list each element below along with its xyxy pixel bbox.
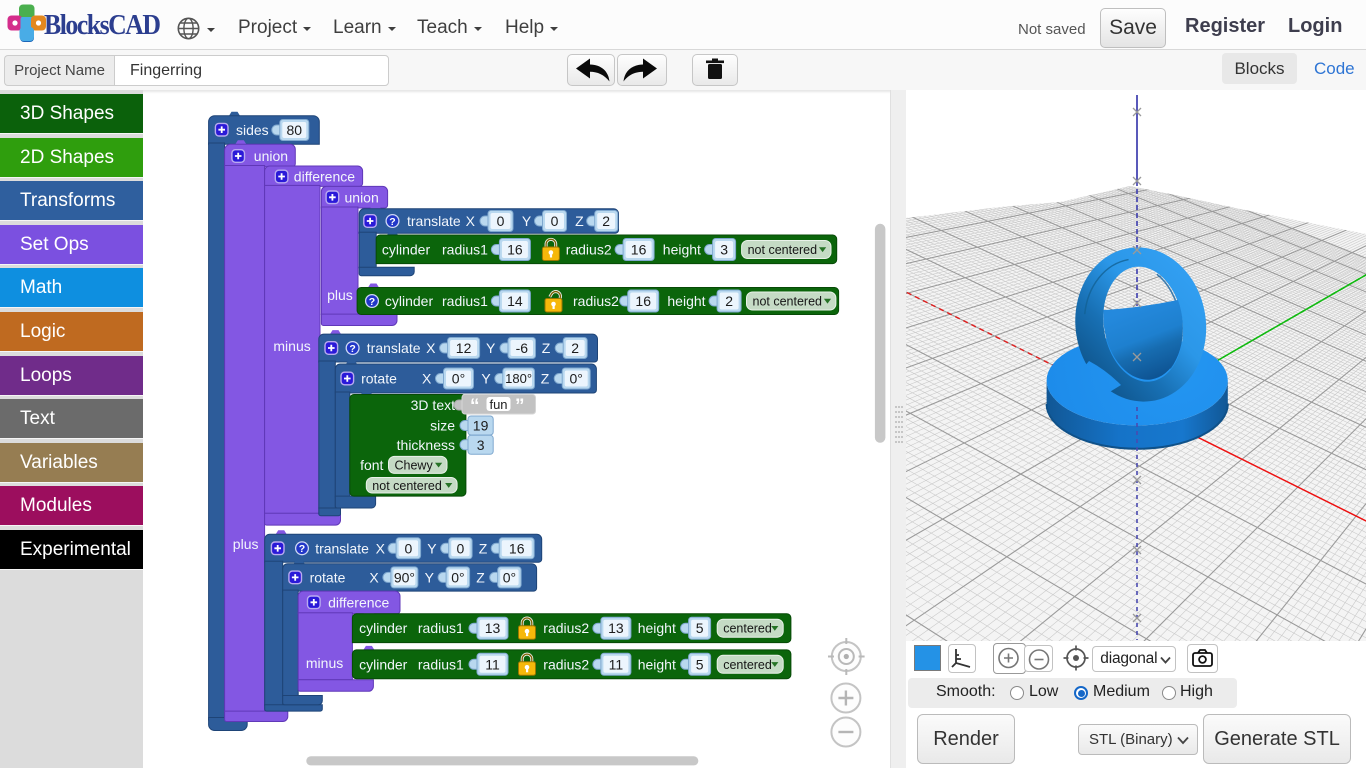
svg-text:centered: centered bbox=[723, 658, 772, 672]
svg-text:0°: 0° bbox=[451, 569, 464, 585]
svg-text:X: X bbox=[376, 540, 386, 556]
svg-text:Y: Y bbox=[522, 213, 532, 229]
svg-text:translate: translate bbox=[407, 213, 461, 229]
svg-text:radius1: radius1 bbox=[418, 620, 464, 636]
svg-text:2: 2 bbox=[602, 213, 610, 229]
svg-text:height: height bbox=[638, 620, 676, 636]
svg-text:cylinder: cylinder bbox=[359, 656, 408, 672]
svg-text:90°: 90° bbox=[394, 569, 415, 585]
svg-text:radius2: radius2 bbox=[573, 293, 619, 309]
svg-text:-6: -6 bbox=[516, 340, 529, 356]
svg-text:cylinder: cylinder bbox=[385, 293, 434, 309]
svg-text:Z: Z bbox=[476, 569, 485, 585]
svg-text:font: font bbox=[360, 457, 383, 473]
svg-text:0°: 0° bbox=[503, 569, 516, 585]
svg-text:14: 14 bbox=[507, 293, 523, 309]
svg-text:cylinder: cylinder bbox=[382, 242, 431, 258]
svg-text:size: size bbox=[430, 418, 455, 434]
svg-text:Y: Y bbox=[425, 569, 435, 585]
svg-text:13: 13 bbox=[485, 620, 501, 636]
svg-text:2: 2 bbox=[725, 293, 733, 309]
svg-text:not centered: not centered bbox=[372, 479, 442, 493]
svg-text:X: X bbox=[369, 569, 379, 585]
svg-text:5: 5 bbox=[696, 620, 704, 636]
svg-text:rotate: rotate bbox=[361, 371, 397, 387]
svg-text:11: 11 bbox=[485, 656, 500, 672]
svg-text:3: 3 bbox=[720, 242, 728, 258]
svg-text:X: X bbox=[422, 371, 432, 387]
svg-text:height: height bbox=[663, 242, 701, 258]
svg-text:Z: Z bbox=[479, 540, 488, 556]
svg-text:X: X bbox=[466, 213, 476, 229]
svg-text:3: 3 bbox=[477, 437, 485, 453]
svg-text:Z: Z bbox=[542, 340, 551, 356]
svg-text:16: 16 bbox=[509, 540, 525, 556]
svg-text:translate: translate bbox=[367, 340, 421, 356]
svg-text:radius1: radius1 bbox=[418, 656, 464, 672]
svg-text:plus: plus bbox=[327, 287, 353, 303]
svg-text:height: height bbox=[638, 656, 676, 672]
svg-text:X: X bbox=[426, 340, 436, 356]
svg-text:11: 11 bbox=[609, 656, 624, 672]
svg-text:0°: 0° bbox=[452, 371, 465, 387]
svg-text:radius1: radius1 bbox=[442, 242, 488, 258]
svg-text:16: 16 bbox=[507, 242, 523, 258]
svg-text:Z: Z bbox=[575, 213, 584, 229]
svg-text:not centered: not centered bbox=[748, 243, 818, 257]
svg-text:19: 19 bbox=[473, 418, 489, 434]
svg-text:0: 0 bbox=[405, 540, 413, 556]
svg-text:3D text: 3D text bbox=[411, 397, 455, 413]
svg-text:centered: centered bbox=[723, 622, 772, 636]
svg-text:radius1: radius1 bbox=[442, 293, 488, 309]
svg-text:sides: sides bbox=[236, 122, 269, 138]
svg-text:”: ” bbox=[515, 396, 525, 417]
svg-text:2: 2 bbox=[571, 340, 579, 356]
svg-text:16: 16 bbox=[631, 242, 647, 258]
svg-text:12: 12 bbox=[456, 340, 472, 356]
svg-text:0: 0 bbox=[497, 213, 505, 229]
svg-text:thickness: thickness bbox=[397, 437, 455, 453]
svg-text:13: 13 bbox=[608, 620, 624, 636]
svg-text:translate: translate bbox=[315, 540, 369, 556]
svg-text:Y: Y bbox=[427, 540, 437, 556]
svg-text:cylinder: cylinder bbox=[359, 620, 408, 636]
svg-text:5: 5 bbox=[696, 656, 704, 672]
svg-text:?: ? bbox=[299, 543, 305, 555]
svg-text:16: 16 bbox=[635, 293, 651, 309]
svg-text:0: 0 bbox=[551, 213, 559, 229]
svg-text:minus: minus bbox=[306, 655, 343, 671]
svg-text:?: ? bbox=[389, 216, 395, 228]
svg-text:80: 80 bbox=[287, 122, 303, 138]
svg-text:rotate: rotate bbox=[310, 569, 346, 585]
svg-text:0: 0 bbox=[457, 540, 465, 556]
svg-text:fun: fun bbox=[489, 397, 507, 412]
svg-text:union: union bbox=[254, 148, 288, 164]
svg-text:minus: minus bbox=[273, 338, 310, 354]
svg-text:“: “ bbox=[470, 396, 480, 417]
svg-text:height: height bbox=[667, 293, 705, 309]
svg-text:Z: Z bbox=[541, 371, 550, 387]
svg-text:180°: 180° bbox=[505, 371, 532, 386]
svg-text:0°: 0° bbox=[570, 371, 583, 387]
svg-text:radius2: radius2 bbox=[543, 656, 589, 672]
svg-text:union: union bbox=[345, 189, 379, 205]
svg-text:plus: plus bbox=[233, 536, 259, 552]
svg-text:Y: Y bbox=[486, 340, 496, 356]
svg-text:difference: difference bbox=[294, 169, 355, 185]
svg-text:difference: difference bbox=[328, 595, 389, 611]
svg-text:?: ? bbox=[349, 343, 355, 355]
svg-text:not centered: not centered bbox=[753, 295, 823, 309]
svg-text:radius2: radius2 bbox=[566, 242, 612, 258]
svg-text:radius2: radius2 bbox=[543, 620, 589, 636]
svg-text:Chewy: Chewy bbox=[395, 458, 434, 472]
svg-text:Y: Y bbox=[481, 371, 491, 387]
svg-text:?: ? bbox=[369, 296, 375, 308]
